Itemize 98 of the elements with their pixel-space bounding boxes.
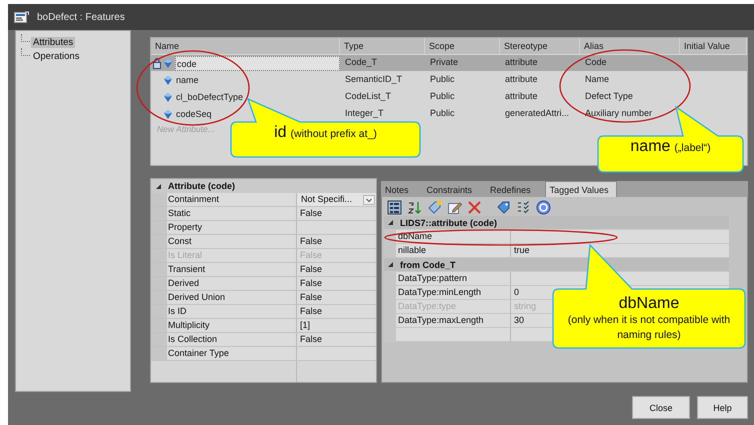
- help-button[interactable]: Help: [697, 396, 748, 419]
- callout-title: id: [274, 123, 287, 142]
- property-label: Derived: [167, 277, 200, 290]
- edit-icon[interactable]: [447, 200, 462, 214]
- property-value[interactable]: [1]: [296, 319, 312, 333]
- property-label: Transient: [167, 263, 206, 276]
- table-row[interactable]: cl_boDefectType CodeList_T Public attribute Defect Type: [151, 89, 747, 105]
- table-cell: code: [175, 56, 340, 70]
- table-cell-text: Private: [429, 56, 460, 69]
- chevron-down-icon[interactable]: [363, 194, 375, 204]
- table-cell-text: CodeList_T: [344, 90, 392, 103]
- group-title: from Code_T: [400, 260, 456, 270]
- help-icon[interactable]: [536, 200, 551, 214]
- table-cell-text: codeSeq: [175, 108, 213, 121]
- table-cell-text: attribute: [504, 90, 539, 103]
- table-cell-text: Public: [429, 107, 456, 120]
- column-header[interactable]: Name: [151, 38, 340, 54]
- tree-line: [21, 48, 30, 56]
- dropdown-field[interactable]: Not Specifi...: [297, 193, 376, 206]
- callout-note: (without prefix at_): [290, 128, 377, 140]
- table-cell-text: Code: [584, 56, 608, 69]
- column-header[interactable]: Stereotype: [500, 38, 580, 54]
- property-label: Derived Union: [167, 291, 226, 304]
- tag-icon[interactable]: [496, 200, 511, 214]
- callout-title: dbName: [618, 294, 680, 313]
- group-header[interactable]: from Code_T: [384, 258, 729, 272]
- table-cell-text: attribute: [504, 73, 539, 86]
- tag-name: DataType:maxLength: [397, 314, 485, 327]
- property-label: Container Type: [167, 347, 230, 360]
- expand-icon[interactable]: [155, 182, 162, 190]
- tag-value[interactable]: 30: [510, 314, 526, 328]
- new-tag-icon[interactable]: [427, 200, 442, 214]
- table-cell-text: cl_boDefectType: [175, 90, 244, 104]
- column-header[interactable]: Scope: [425, 38, 500, 54]
- property-value[interactable]: False: [296, 305, 324, 319]
- delete-icon[interactable]: [467, 200, 482, 214]
- tag-name: DataType:pattern: [397, 272, 468, 285]
- table-cell-text: attribute: [504, 56, 539, 69]
- property-value[interactable]: False: [296, 263, 324, 277]
- section-title: Attribute (code): [168, 181, 235, 191]
- expand-icon[interactable]: [387, 218, 394, 227]
- property-value[interactable]: False: [296, 235, 324, 249]
- table-cell-text: SemanticID_T: [344, 73, 404, 86]
- tag-name: nillable: [397, 244, 428, 257]
- property-label: Multiplicity: [167, 319, 211, 332]
- tree-item[interactable]: Operations: [31, 51, 82, 62]
- tree-item[interactable]: Attributes: [31, 37, 76, 48]
- property-label: Const: [167, 235, 193, 248]
- tag-name: dbName: [397, 230, 434, 243]
- property-label: Is Literal: [167, 249, 204, 262]
- tab[interactable]: Tagged Values: [544, 181, 618, 197]
- attribute-icon: [163, 92, 173, 102]
- callout-title: name: [630, 137, 670, 156]
- property-value[interactable]: False: [296, 277, 324, 291]
- table-cell-text: Name: [584, 73, 610, 86]
- table-cell-text: Public: [429, 73, 456, 86]
- expand-icon[interactable]: [387, 260, 394, 269]
- table-cell-text: name: [175, 74, 200, 86]
- tag-name: DataType:minLength: [397, 286, 482, 299]
- property-label: Is Collection: [167, 333, 218, 346]
- tab[interactable]: Constraints: [422, 182, 480, 197]
- tree-line: [21, 34, 30, 42]
- table-row[interactable]: name SemanticID_T Public attribute Name: [151, 72, 747, 88]
- group-header[interactable]: LIDS7::attribute (code): [384, 216, 729, 230]
- attribute-icon: [163, 108, 173, 120]
- table-row[interactable]: codeSeq Integer_T Public generatedAttri... Auxiliary number: [151, 106, 747, 122]
- column-header[interactable]: Alias: [580, 38, 680, 54]
- column-header[interactable]: Initial Value: [680, 38, 747, 54]
- table-cell-text: Code_T: [344, 56, 378, 69]
- property-value[interactable]: False: [296, 291, 324, 305]
- column-header[interactable]: Type: [340, 38, 425, 54]
- callout-note: („label“): [674, 142, 711, 154]
- property-value[interactable]: False: [296, 207, 324, 221]
- table-row[interactable]: code Code_T Private attribute Code: [151, 55, 747, 71]
- checklist-icon[interactable]: [516, 200, 531, 214]
- window-title: boDefect : Features: [37, 12, 125, 22]
- tab[interactable]: Redefines: [486, 182, 539, 197]
- window-icon: [14, 11, 29, 23]
- categorized-icon[interactable]: [387, 200, 402, 214]
- property-label: Containment: [167, 193, 220, 206]
- attribute-icon: [163, 74, 173, 86]
- close-button[interactable]: Close: [632, 396, 690, 419]
- callout-note: (only when it is not compatible with naming rules): [566, 313, 732, 343]
- table-cell-text: Integer_T: [344, 107, 385, 120]
- property-label: Is ID: [167, 305, 188, 318]
- tab[interactable]: Notes: [381, 182, 417, 197]
- attribute-icon: [163, 58, 173, 68]
- property-label: Static: [167, 207, 192, 220]
- sort-icon[interactable]: [407, 200, 422, 214]
- property-value[interactable]: False: [296, 333, 324, 347]
- table-cell-text: generatedAttri...: [504, 107, 570, 120]
- table-cell-text: Auxiliary number: [584, 107, 654, 120]
- tag-value[interactable]: true: [510, 244, 532, 258]
- table-cell-text: Defect Type: [584, 90, 634, 103]
- tag-value[interactable]: 0: [510, 286, 522, 300]
- group-title: LIDS7::attribute (code): [400, 218, 498, 228]
- table-cell-text: Public: [429, 90, 456, 103]
- property-label: Property: [167, 221, 204, 234]
